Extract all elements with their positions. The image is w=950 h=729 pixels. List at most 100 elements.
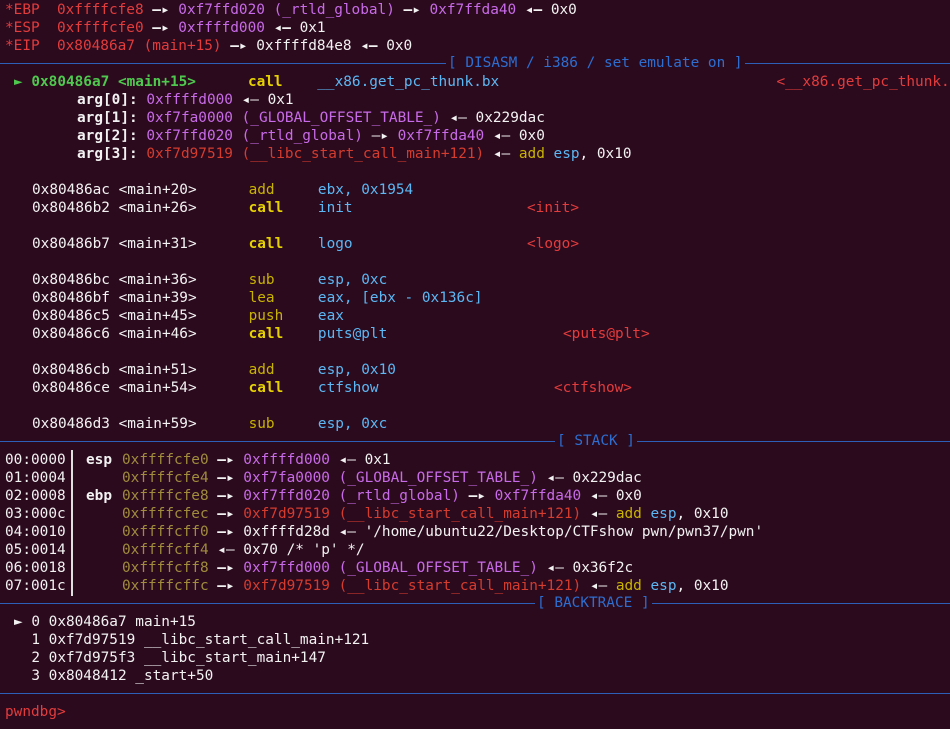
stack-gutter-divider (71, 450, 73, 596)
instruction-symbol: <main+39> (109, 290, 249, 306)
stack-row: 04:0010 0xffffcff0 —▸ 0xffffd28d ◂— '/ho… (5, 523, 763, 541)
disasm-instruction: 0x80486bf <main+39> lea eax, [ebx - 0x13… (32, 289, 483, 307)
argument-label: arg[3]: (77, 146, 147, 162)
stack-row: 03:000c 0xffffcfec —▸ 0xf7d97519 (__libc… (5, 505, 729, 523)
stack-register (86, 559, 112, 577)
stack-row: 05:0014 0xffffcff4 ◂— 0x70 /* 'p' */ (5, 541, 365, 559)
stack-value-tail: ◂— 0x0 (581, 488, 642, 504)
stack-address: 0xffffcff4 (122, 542, 209, 558)
argument-arrow: —▸ (362, 128, 389, 144)
stack-entry: 0xffffcff8 —▸ 0xf7ffd000 (_GLOBAL_OFFSET… (122, 559, 633, 577)
argument-label: arg[2]: (77, 128, 147, 144)
backtrace-frame: 3 0x8048412 _start+50 (14, 667, 213, 685)
disasm-instruction: 0x80486ce <main+54> call ctfshow <ctfshow… (32, 379, 632, 397)
instruction-mnemonic: call (247, 74, 318, 90)
stack-row: 06:0018 0xffffcff8 —▸ 0xf7ffd000 (_GLOBA… (5, 559, 633, 577)
disasm-instruction: 0x80486b2 <main+26> call init <init> (32, 199, 579, 217)
current-frame-icon (14, 668, 31, 684)
pointer-arrow: —▸ (208, 488, 244, 504)
argument-arrow: ◂— 0x1 (232, 92, 294, 108)
value-arrow: ◂— (351, 38, 387, 54)
stack-address: 0xffffcfe8 (122, 488, 209, 504)
argument-immediate: , 0x10 (579, 146, 632, 162)
instruction-operand: init (317, 200, 353, 216)
stack-immediate: , 0x10 (676, 506, 729, 522)
stack-row: 02:0008 ebp 0xffffcfe8 —▸ 0xf7ffd020 (_rtl… (5, 487, 642, 505)
disasm-instruction: 0x80486c5 <main+45> push eax (32, 307, 344, 325)
stack-entry: 0xffffcfec —▸ 0xf7d97519 (__libc_start_c… (122, 505, 729, 523)
call-target: <ctfshow> (554, 380, 632, 396)
instruction-symbol: <main+20> (109, 182, 249, 198)
section-header-stack: [ STACK ] (555, 432, 637, 450)
instruction-symbol: <main+54> (109, 380, 249, 396)
instruction-address: 0x80486ce (32, 380, 110, 396)
stack-address: 0xffffcff0 (122, 524, 209, 540)
pointer-arrow: —▸ (143, 20, 179, 36)
instruction-operand: eax (317, 308, 344, 324)
pointer-arrow: —▸ (208, 470, 244, 486)
stack-offset: 06:0018 (5, 560, 66, 576)
register-address: 0x80486a7 (main+15) (56, 38, 222, 54)
stack-value-tail: ◂— 0x70 /* 'p' */ (208, 542, 365, 558)
current-frame-icon (14, 632, 31, 648)
stack-entry: 0xffffcfe8 —▸ 0xf7ffd020 (_rtld_global) … (122, 487, 642, 505)
instruction-mnemonic: sub (248, 416, 318, 432)
backtrace-frame-text: 3 0x8048412 _start+50 (31, 668, 214, 684)
instruction-operand: puts@plt (317, 326, 388, 342)
backtrace-frame: ► 0 0x80486a7 main+15 (14, 613, 196, 631)
command-input[interactable] (74, 704, 83, 720)
register-name: *ESP (5, 20, 57, 36)
terminal-window[interactable]: *EBP 0xffffcfe8 —▸ 0xf7ffd020 (_rtld_glo… (0, 0, 950, 729)
call-argument: arg[2]: 0xf7ffd020 (_rtld_global) —▸ 0xf… (77, 127, 545, 145)
stack-register: esp (86, 452, 112, 468)
backtrace-frame-text: 2 0xf7d975f3 __libc_start_main+147 (31, 650, 326, 666)
pwndbg-prompt: pwndbg> (5, 704, 75, 720)
instruction-symbol: <main+15> (109, 74, 248, 90)
section-divider (0, 441, 950, 442)
pointer-arrow: —▸ (208, 524, 244, 540)
stack-instruction: add (615, 506, 651, 522)
argument-label: arg[1]: (77, 110, 147, 126)
argument-label: arg[0]: (77, 92, 147, 108)
backtrace-frame-text: 0 0x80486a7 main+15 (31, 614, 196, 630)
register-line: *EIP 0x80486a7 (main+15) —▸ 0xffffd84e8 … (5, 37, 412, 55)
stack-entry: 0xffffcfe0 —▸ 0xffffd000 ◂— 0x1 (122, 451, 391, 469)
register-line: *EBP 0xffffcfe8 —▸ 0xf7ffd020 (_rtld_glo… (5, 1, 577, 19)
pointer-arrow: —▸ (143, 2, 179, 18)
stack-address: 0xffffcfec (122, 506, 209, 522)
argument-value: 0xf7ffd020 (_rtld_global) (146, 128, 363, 144)
register-name: *EBP (5, 2, 57, 18)
stack-address: 0xffffcffc (122, 578, 209, 594)
stack-row: 01:0004 0xffffcfe4 —▸ 0xf7fa0000 (_GLOBA… (5, 469, 642, 487)
stack-value-tail: ◂— 0x1 (329, 452, 391, 468)
disasm-instruction: 0x80486cb <main+51> add esp, 0x10 (32, 361, 396, 379)
backtrace-frame-text: 1 0xf7d97519 __libc_start_call_main+121 (31, 632, 370, 648)
stack-offset: 02:0008 (5, 488, 66, 504)
register-address: 0xffffcfe8 (56, 2, 144, 18)
stack-offset: 05:0014 (5, 542, 66, 558)
stack-register-ref: esp (650, 578, 677, 594)
stack-address: 0xffffcfe4 (122, 470, 209, 486)
instruction-address: 0x80486b2 (32, 200, 110, 216)
instruction-symbol: <main+51> (109, 362, 249, 378)
pointer-arrow: —▸ (208, 560, 244, 576)
pointer-arrow: —▸ (208, 452, 244, 468)
instruction-address: 0x80486c5 (32, 308, 110, 324)
stack-entry: 0xffffcffc —▸ 0xf7d97519 (__libc_start_c… (122, 577, 729, 595)
register-value: 0x0 (550, 2, 577, 18)
call-target: <__x86.get_pc_thunk.bx> (776, 74, 950, 90)
stack-row: 07:001c 0xffffcffc —▸ 0xf7d97519 (__libc… (5, 577, 729, 595)
stack-offset: 01:0004 (5, 470, 66, 486)
instruction-symbol: <main+46> (109, 326, 249, 342)
register-pointer: 0xf7ffda40 (429, 2, 517, 18)
stack-value: 0xf7fa0000 (_GLOBAL_OFFSET_TABLE_) (243, 470, 538, 486)
pointer-arrow: —▸ (394, 2, 430, 18)
instruction-mnemonic: lea (248, 290, 318, 306)
stack-address: 0xffffcff8 (122, 560, 209, 576)
stack-value-tail: ◂— '/home/ubuntu22/Desktop/CTFshow pwn/p… (329, 524, 764, 540)
stack-value-tail: ◂— 0x229dac (537, 470, 642, 486)
stack-value-tail: ◂— 0x36f2c (537, 560, 634, 576)
call-argument: arg[3]: 0xf7d97519 (__libc_start_call_ma… (77, 145, 632, 163)
stack-offset: 04:0010 (5, 524, 66, 540)
register-pointer: 0xffffd000 (178, 20, 265, 36)
